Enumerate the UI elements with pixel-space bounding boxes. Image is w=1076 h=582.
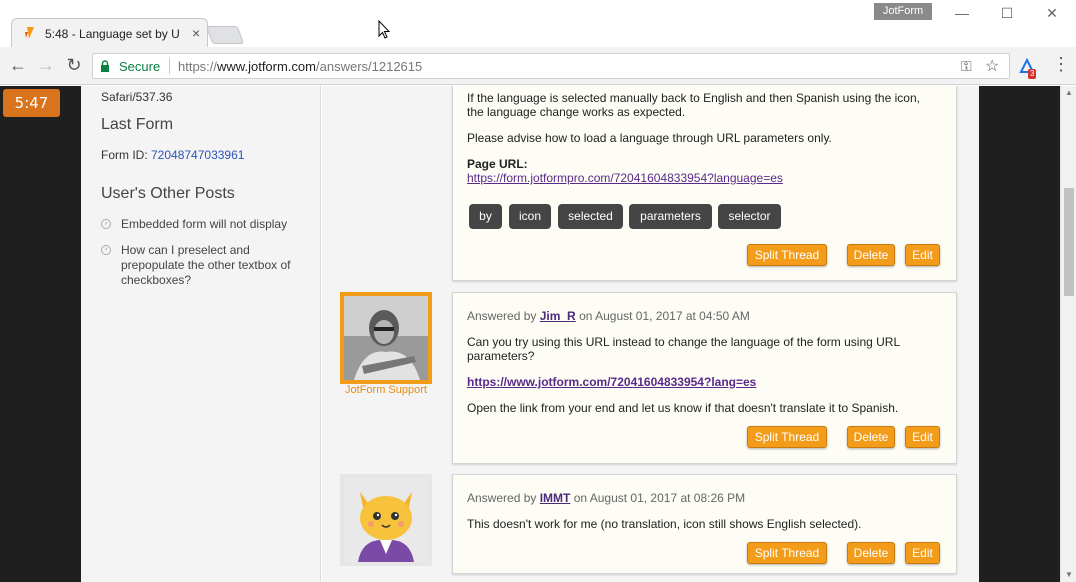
answer-url-link[interactable]: https://www.jotform.com/72041604833954?l…	[467, 375, 756, 389]
tag-button[interactable]: parameters	[629, 204, 712, 229]
answer-meta: Answered by Jim_R on August 01, 2017 at …	[467, 309, 750, 323]
answer-text: Open the link from your end and let us k…	[467, 401, 899, 415]
other-posts-heading: User's Other Posts	[101, 185, 235, 202]
page-viewport: Safari/537.36 Last Form Form ID: 7204874…	[0, 86, 1060, 582]
answer-text: This doesn't work for me (no translation…	[467, 517, 862, 531]
address-bar[interactable]: Secure https://www.jotform.com/answers/1…	[92, 53, 1010, 79]
cat-avatar-icon	[344, 478, 428, 562]
support-photo-icon	[344, 296, 428, 380]
form-id-label: Form ID:	[101, 148, 151, 162]
new-tab-button[interactable]	[205, 26, 245, 44]
post-bullet-icon: ›	[101, 245, 111, 255]
answer-user-link[interactable]: Jim_R	[540, 309, 576, 323]
form-id: Form ID: 72048747033961	[101, 148, 244, 162]
reload-icon[interactable]: ↻	[64, 55, 84, 76]
last-form-heading: Last Form	[101, 116, 174, 133]
url-path: /answers/1212615	[316, 59, 423, 74]
scroll-up-icon[interactable]: ▲	[1065, 88, 1073, 97]
answer-user-link[interactable]: IMMT	[540, 491, 571, 505]
browser-titlebar: 5:48 - Language set by U × JotForm — ☐ ✕	[0, 0, 1076, 48]
user-avatar[interactable]	[340, 474, 432, 566]
form-id-link[interactable]: 72048747033961	[151, 148, 244, 162]
answer-date: on August 01, 2017 at 04:50 AM	[575, 309, 750, 323]
page-url-link[interactable]: https://form.jotformpro.com/720416048339…	[467, 171, 783, 185]
browser-tab[interactable]: 5:48 - Language set by U ×	[11, 18, 208, 48]
delete-button[interactable]: Delete	[847, 542, 895, 564]
url-scheme: https://	[178, 59, 218, 74]
timer-badge: 5:47	[3, 89, 60, 117]
answer-date: on August 01, 2017 at 08:26 PM	[570, 491, 746, 505]
scroll-thumb[interactable]	[1064, 188, 1074, 296]
thread-content: If the language is selected manually bac…	[322, 86, 979, 582]
url-text[interactable]: https://www.jotform.com/answers/1212615	[178, 59, 422, 74]
other-post-link[interactable]: Embedded form will not display	[121, 217, 311, 232]
delete-button[interactable]: Delete	[847, 244, 895, 266]
browser-toolbar: ← → ↻ Secure https://www.jotform.com/ans…	[0, 47, 1076, 85]
profile-badge[interactable]: JotForm	[874, 3, 932, 20]
tag-button[interactable]: by	[469, 204, 502, 229]
tab-title: 5:48 - Language set by U	[45, 27, 180, 41]
tab-close-icon[interactable]: ×	[192, 25, 200, 41]
sidebar: Safari/537.36 Last Form Form ID: 7204874…	[81, 86, 321, 582]
other-post-link[interactable]: How can I preselect and prepopulate the …	[121, 243, 311, 288]
forward-arrow-icon[interactable]: →	[36, 55, 56, 76]
answer-card: Answered by Jim_R on August 01, 2017 at …	[452, 292, 957, 464]
answer-text: Can you try using this URL instead to ch…	[467, 335, 900, 363]
window-close-icon[interactable]: ✕	[1037, 5, 1067, 22]
key-icon[interactable]: ⚿	[961, 58, 972, 75]
maximize-icon[interactable]: ☐	[992, 5, 1022, 22]
answer-card: Answered by IMMT on August 01, 2017 at 0…	[452, 474, 957, 574]
secure-label: Secure	[119, 59, 161, 74]
question-text: If the language is selected manually bac…	[467, 91, 920, 119]
delete-button[interactable]: Delete	[847, 426, 895, 448]
page-scrollbar[interactable]: ▲ ▼	[1060, 86, 1076, 582]
tag-button[interactable]: icon	[509, 204, 551, 229]
url-host: www.jotform.com	[217, 59, 316, 74]
scroll-down-icon[interactable]: ▼	[1065, 570, 1073, 579]
url-separator	[169, 58, 170, 74]
tag-button[interactable]: selector	[718, 204, 781, 229]
extension-badge: 3	[1028, 69, 1037, 79]
edit-button[interactable]: Edit	[905, 244, 940, 266]
edit-button[interactable]: Edit	[905, 542, 940, 564]
answer-meta: Answered by IMMT on August 01, 2017 at 0…	[467, 491, 745, 505]
user-agent-text: Safari/537.36	[101, 90, 173, 104]
minimize-icon[interactable]: —	[947, 5, 977, 21]
answered-by-label: Answered by	[467, 309, 540, 323]
tag-button[interactable]: selected	[558, 204, 623, 229]
answered-by-label: Answered by	[467, 491, 540, 505]
support-label: JotForm Support	[345, 384, 427, 396]
split-thread-button[interactable]: Split Thread	[747, 542, 827, 564]
star-icon[interactable]: ☆	[985, 56, 999, 76]
edit-button[interactable]: Edit	[905, 426, 940, 448]
jotform-favicon-icon	[25, 27, 34, 39]
page-url-label: Page URL:	[467, 157, 528, 171]
split-thread-button[interactable]: Split Thread	[747, 426, 827, 448]
question-text: Please advise how to load a language thr…	[467, 131, 832, 145]
support-avatar[interactable]	[340, 292, 432, 384]
split-thread-button[interactable]: Split Thread	[747, 244, 827, 266]
menu-dots-icon[interactable]: ⋮	[1052, 54, 1070, 75]
post-bullet-icon: ›	[101, 219, 111, 229]
mouse-cursor-icon	[378, 20, 390, 39]
back-arrow-icon[interactable]: ←	[8, 55, 28, 76]
lock-icon	[101, 60, 109, 72]
question-card: If the language is selected manually bac…	[452, 86, 957, 281]
